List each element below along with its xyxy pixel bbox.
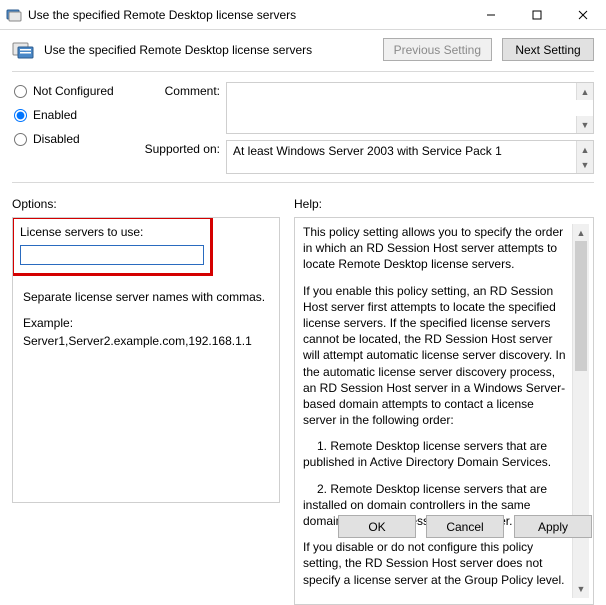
- ok-button[interactable]: OK: [338, 515, 416, 538]
- comment-textarea[interactable]: ▲ ▼: [226, 82, 594, 134]
- options-column: Options: License servers to use: Separat…: [12, 195, 280, 503]
- state-radio-group: Not Configured Enabled Disabled: [14, 82, 124, 174]
- minimize-button[interactable]: [468, 0, 514, 30]
- radio-not-configured[interactable]: Not Configured: [14, 84, 124, 98]
- scroll-down-icon[interactable]: ▼: [576, 116, 593, 133]
- dialog-header: Use the specified Remote Desktop license…: [0, 30, 606, 67]
- options-hint-line2: Example: Server1,Server2.example.com,192…: [23, 314, 269, 350]
- help-panel: This policy setting allows you to specif…: [294, 217, 594, 605]
- policy-icon: [12, 41, 34, 59]
- next-setting-button[interactable]: Next Setting: [502, 38, 594, 61]
- help-paragraph: If you enable this policy setting, an RD…: [303, 283, 568, 429]
- options-section-label: Options:: [12, 195, 280, 217]
- scroll-down-icon[interactable]: ▼: [573, 581, 589, 598]
- window-titlebar: Use the specified Remote Desktop license…: [0, 0, 606, 30]
- options-hint: Separate license server names with comma…: [23, 288, 269, 350]
- help-column: Help: This policy setting allows you to …: [294, 195, 594, 503]
- license-servers-input[interactable]: [20, 245, 204, 265]
- window-title: Use the specified Remote Desktop license…: [28, 8, 468, 22]
- license-servers-label: License servers to use:: [20, 225, 204, 239]
- options-hint-line1: Separate license server names with comma…: [23, 288, 269, 306]
- help-section-label: Help:: [294, 195, 594, 217]
- body-area: Options: License servers to use: Separat…: [0, 189, 606, 509]
- help-text: This policy setting allows you to specif…: [303, 224, 572, 598]
- cancel-button[interactable]: Cancel: [426, 515, 504, 538]
- previous-setting-button: Previous Setting: [383, 38, 492, 61]
- help-paragraph: 1. Remote Desktop license servers that a…: [303, 438, 568, 470]
- app-icon: [6, 7, 22, 23]
- supported-label: Supported on:: [142, 140, 220, 156]
- highlighted-field-group: License servers to use:: [12, 217, 213, 276]
- scroll-up-icon[interactable]: ▲: [576, 83, 593, 100]
- scroll-up-icon[interactable]: ▲: [573, 224, 589, 241]
- help-scrollbar[interactable]: ▲ ▼: [572, 224, 589, 598]
- apply-button[interactable]: Apply: [514, 515, 592, 538]
- options-panel: License servers to use: Separate license…: [12, 217, 280, 503]
- radio-enabled[interactable]: Enabled: [14, 108, 124, 122]
- divider: [12, 182, 594, 183]
- supported-value: At least Windows Server 2003 with Servic…: [233, 144, 502, 158]
- help-paragraph: If you disable or do not configure this …: [303, 539, 568, 588]
- comment-label: Comment:: [142, 82, 220, 98]
- radio-enabled-input[interactable]: [14, 109, 27, 122]
- scroll-down-icon[interactable]: ▼: [576, 156, 593, 173]
- radio-not-configured-label: Not Configured: [33, 84, 114, 98]
- supported-textbox: At least Windows Server 2003 with Servic…: [226, 140, 594, 174]
- scrollbar-thumb[interactable]: [575, 241, 587, 371]
- dialog-title: Use the specified Remote Desktop license…: [44, 43, 373, 57]
- radio-disabled[interactable]: Disabled: [14, 132, 124, 146]
- close-button[interactable]: [560, 0, 606, 30]
- radio-disabled-label: Disabled: [33, 132, 80, 146]
- meta-column: Comment: ▲ ▼ Supported on: At least Wind…: [142, 82, 594, 174]
- radio-enabled-label: Enabled: [33, 108, 77, 122]
- divider: [12, 71, 594, 72]
- help-paragraph: This policy setting allows you to specif…: [303, 224, 568, 273]
- maximize-button[interactable]: [514, 0, 560, 30]
- scrollbar-track[interactable]: [573, 371, 589, 581]
- radio-disabled-input[interactable]: [14, 133, 27, 146]
- config-area: Not Configured Enabled Disabled Comment:…: [0, 78, 606, 178]
- radio-not-configured-input[interactable]: [14, 85, 27, 98]
